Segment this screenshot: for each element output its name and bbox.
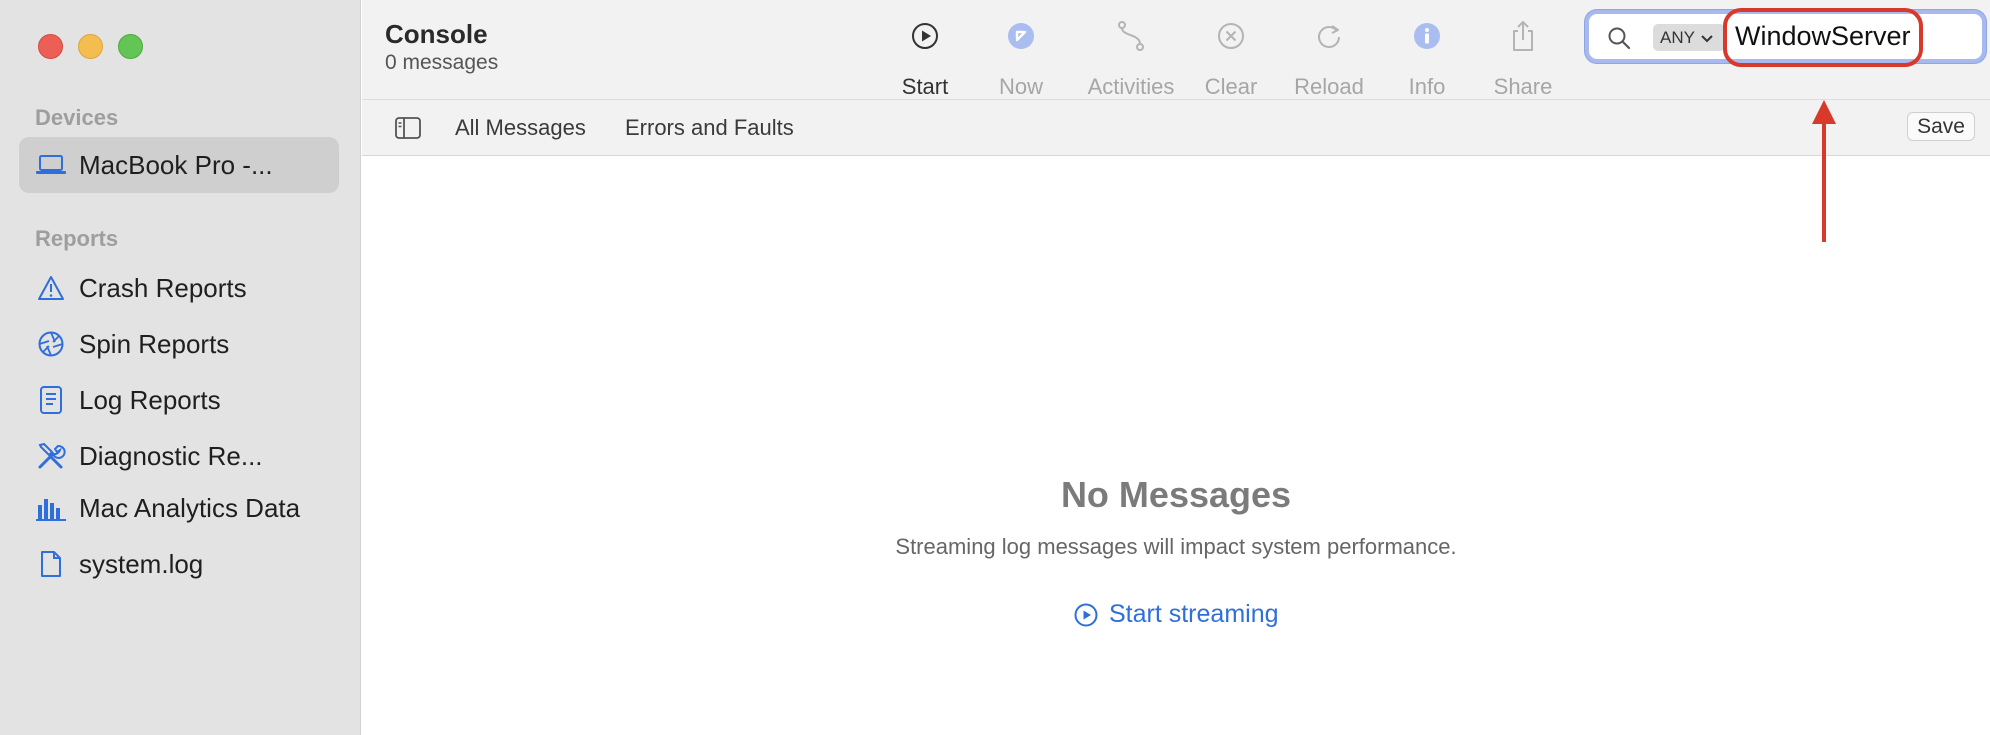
empty-state-subtitle: Streaming log messages will impact syste…	[895, 534, 1457, 559]
search-scope-value: ANY	[1660, 27, 1695, 47]
annotation-arrow-icon	[1812, 100, 1836, 242]
play-circle-icon	[1073, 602, 1099, 628]
zoom-window-button[interactable]	[118, 34, 143, 59]
clear-x-circle-icon	[1176, 16, 1286, 56]
info-button[interactable]: Info	[1372, 16, 1482, 99]
activities-button[interactable]: Activities	[1076, 16, 1186, 99]
laptop-icon	[35, 149, 67, 181]
sidebar-item-diagnostic-reports[interactable]: Diagnostic Re...	[19, 428, 339, 484]
spin-aperture-icon	[35, 328, 67, 360]
reports-heading: Reports	[35, 226, 119, 251]
activities-icon	[1076, 16, 1186, 56]
sidebar: Devices MacBook Pro -... Reports Crash R…	[0, 0, 361, 735]
start-streaming-label: Start streaming	[1109, 600, 1279, 628]
share-icon	[1468, 16, 1578, 56]
warning-triangle-icon	[35, 272, 67, 304]
start-button[interactable]: Start	[870, 16, 980, 99]
start-label: Start	[901, 74, 949, 99]
message-count: 0 messages	[385, 51, 499, 74]
devices-heading: Devices	[35, 105, 119, 130]
sidebar-item-crash-reports[interactable]: Crash Reports	[19, 260, 339, 316]
sidebar-toggle-icon[interactable]	[395, 117, 421, 144]
search-icon	[1607, 26, 1631, 55]
play-circle-icon	[870, 16, 980, 56]
reload-button[interactable]: Reload	[1274, 16, 1384, 99]
reload-icon	[1274, 16, 1384, 56]
empty-state-title: No Messages	[1060, 474, 1292, 515]
clear-button[interactable]: Clear	[1176, 16, 1286, 99]
sidebar-item-system-log[interactable]: system.log	[19, 536, 339, 592]
share-button[interactable]: Share	[1468, 16, 1578, 99]
clear-label: Clear	[1204, 74, 1258, 99]
sidebar-item-label: MacBook Pro -...	[79, 149, 273, 180]
file-icon	[35, 548, 67, 580]
wrench-screwdriver-icon	[35, 440, 67, 472]
close-window-button[interactable]	[38, 34, 63, 59]
sidebar-item-macbook-pro[interactable]: MacBook Pro -...	[19, 137, 339, 193]
activities-label: Activities	[1087, 74, 1175, 99]
all-messages-filter[interactable]: All Messages	[455, 115, 586, 141]
sidebar-item-label: system.log	[79, 548, 204, 579]
sidebar-item-spin-reports[interactable]: Spin Reports	[19, 316, 339, 372]
now-arrow-icon	[966, 16, 1076, 56]
errors-and-faults-filter[interactable]: Errors and Faults	[625, 115, 794, 141]
share-label: Share	[1493, 74, 1553, 99]
minimize-window-button[interactable]	[78, 34, 103, 59]
info-icon	[1372, 16, 1482, 56]
sidebar-item-mac-analytics-data[interactable]: Mac Analytics Data	[19, 480, 339, 536]
sidebar-item-label: Crash Reports	[79, 272, 247, 303]
now-label: Now	[998, 74, 1043, 99]
start-streaming-link[interactable]: Start streaming	[1073, 600, 1279, 629]
document-list-icon	[35, 384, 67, 416]
message-list-area: No Messages Streaming log messages will …	[362, 156, 1990, 735]
sidebar-item-label: Log Reports	[79, 384, 221, 415]
chevron-down-icon	[1701, 28, 1713, 48]
sidebar-item-label: Spin Reports	[79, 328, 230, 359]
search-scope-dropdown[interactable]: ANY	[1653, 24, 1725, 51]
sidebar-item-label: Mac Analytics Data	[79, 492, 301, 523]
sidebar-item-label: Diagnostic Re...	[79, 440, 263, 471]
sidebar-item-log-reports[interactable]: Log Reports	[19, 372, 339, 428]
bar-chart-icon	[35, 492, 67, 524]
info-label: Info	[1408, 74, 1446, 99]
now-button[interactable]: Now	[966, 16, 1076, 99]
save-button[interactable]: Save	[1907, 112, 1975, 141]
reload-label: Reload	[1294, 74, 1364, 99]
window-title: Console	[385, 19, 488, 49]
filter-bar: All Messages Errors and Faults Save	[362, 99, 1990, 156]
annotation-highlight-box	[1723, 8, 1923, 67]
